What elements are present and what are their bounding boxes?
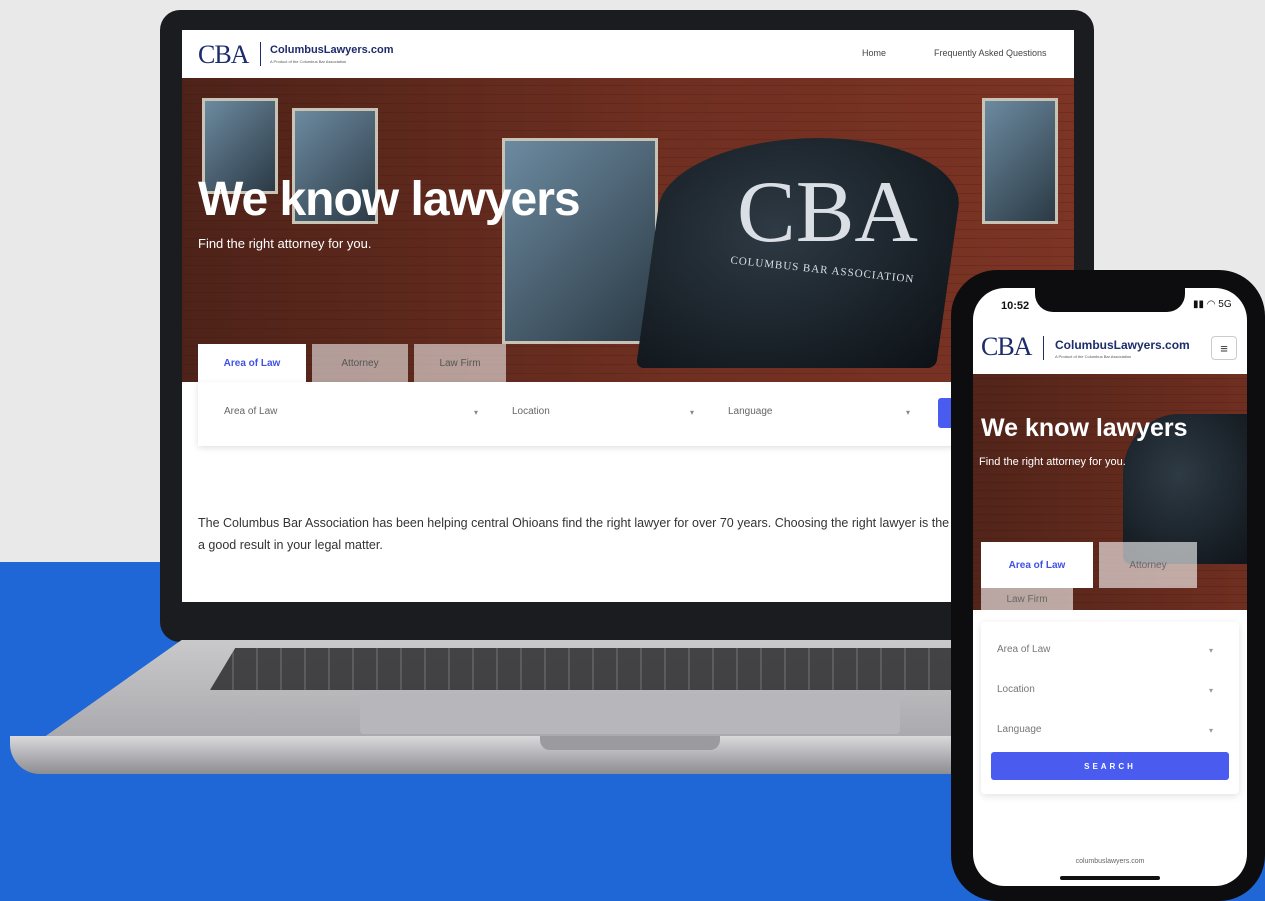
hero-subtitle: Find the right attorney for you.	[198, 236, 372, 251]
chevron-down-icon[interactable]: ▾	[474, 408, 478, 417]
location-select[interactable]: Location	[512, 406, 550, 417]
hero-banner: CBA COLUMBUS BAR ASSOCIATION We know law…	[182, 78, 1074, 382]
menu-icon[interactable]: ≡	[1211, 336, 1237, 360]
chevron-down-icon[interactable]: ▾	[906, 408, 910, 417]
tab-area-of-law[interactable]: Area of Law	[198, 344, 306, 382]
chevron-down-icon[interactable]: ▾	[1209, 646, 1213, 655]
mobile-tab-area-of-law[interactable]: Area of Law	[981, 542, 1093, 588]
nav-home-link[interactable]: Home	[862, 48, 886, 58]
mobile-brand-tagline: A Product of the Columbus Bar Associatio…	[1055, 354, 1132, 359]
mobile-brand-name[interactable]: ColumbusLawyers.com	[1055, 338, 1190, 352]
mobile-area-of-law-select[interactable]: Area of Law	[997, 644, 1050, 655]
language-select[interactable]: Language	[728, 406, 773, 417]
home-indicator[interactable]	[1060, 876, 1160, 880]
status-icons: ▮▮ ◠ 5G	[1193, 299, 1232, 310]
sign-logo: CBA	[737, 164, 918, 261]
area-of-law-select[interactable]: Area of Law	[224, 406, 277, 417]
mobile-cba-logo[interactable]: CBA	[981, 332, 1032, 362]
status-time: 10:52	[1001, 300, 1030, 312]
browser-url-bar[interactable]: columbuslawyers.com	[973, 858, 1247, 865]
nav-faq-link[interactable]: Frequently Asked Questions	[934, 48, 1047, 58]
laptop-keyboard	[210, 648, 1050, 690]
laptop-trackpad	[360, 694, 900, 734]
logo-divider	[1043, 336, 1044, 360]
cba-logo[interactable]: CBA	[198, 40, 249, 70]
intro-paragraph: The Columbus Bar Association has been he…	[198, 516, 1055, 552]
mobile-hero-subtitle: Find the right attorney for you.	[979, 456, 1126, 468]
laptop-screen: CBA ColumbusLawyers.com A Product of the…	[182, 30, 1074, 602]
tab-law-firm[interactable]: Law Firm	[414, 344, 506, 382]
mobile-search-button[interactable]: SEARCH	[991, 752, 1229, 780]
logo-divider	[260, 42, 261, 66]
brand-tagline: A Product of the Columbus Bar Associatio…	[270, 59, 347, 64]
mobile-hero-title: We know lawyers	[981, 414, 1188, 442]
phone-screen: We know lawyers Find the right attorney …	[973, 288, 1247, 886]
chevron-down-icon[interactable]: ▾	[690, 408, 694, 417]
laptop-notch	[540, 736, 720, 750]
building-window	[502, 138, 658, 344]
mobile-tab-attorney[interactable]: Attorney	[1099, 542, 1197, 588]
brand-name[interactable]: ColumbusLawyers.com	[270, 44, 393, 56]
chevron-down-icon[interactable]: ▾	[1209, 686, 1213, 695]
mobile-location-select[interactable]: Location	[997, 684, 1035, 695]
phone-notch	[1035, 288, 1185, 312]
chevron-down-icon[interactable]: ▾	[1209, 726, 1213, 735]
building-window	[982, 98, 1058, 224]
mobile-language-select[interactable]: Language	[997, 724, 1042, 735]
hero-title: We know lawyers	[198, 173, 581, 226]
tab-attorney[interactable]: Attorney	[312, 344, 408, 382]
mobile-tab-law-firm[interactable]: Law Firm	[981, 588, 1073, 610]
site-header: CBA ColumbusLawyers.com A Product of the…	[182, 30, 1074, 78]
